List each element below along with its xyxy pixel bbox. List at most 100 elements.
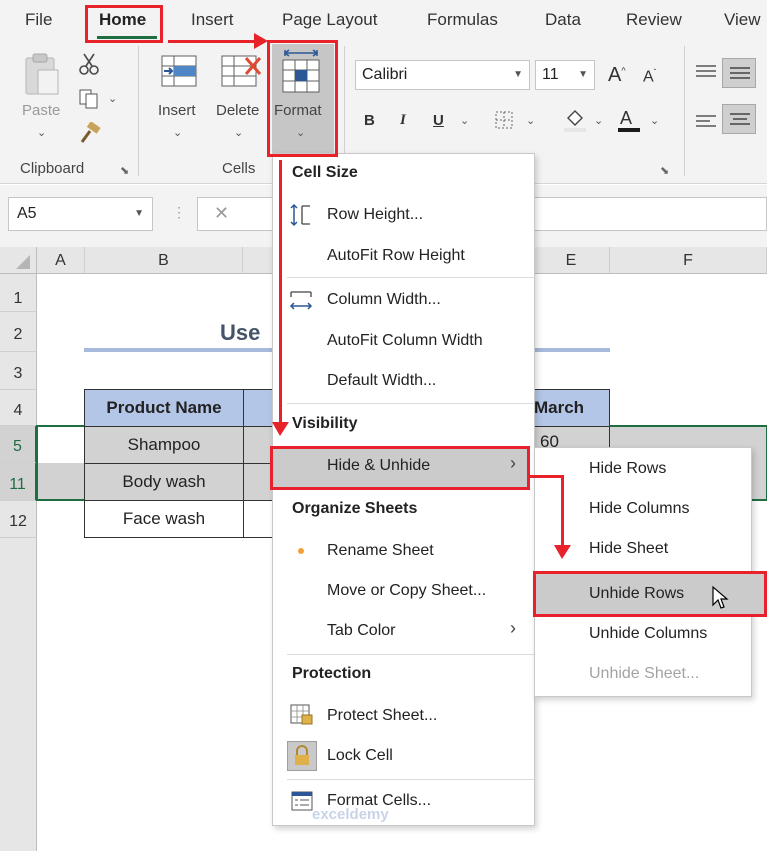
watermark: exceldemy: [312, 806, 389, 824]
column-header-a[interactable]: A: [37, 247, 85, 274]
clipboard-group-label: Clipboard: [20, 160, 85, 177]
font-color-chevron-icon[interactable]: ⌄: [650, 114, 659, 127]
align-left-icon[interactable]: [694, 112, 718, 132]
menu-item-default-width[interactable]: Default Width...: [327, 372, 436, 390]
row-header-11[interactable]: 11: [0, 463, 37, 501]
cell-product[interactable]: Shampoo: [84, 426, 244, 464]
column-header-b[interactable]: B: [85, 247, 243, 274]
arrow-head-icon: [272, 422, 289, 436]
header-product-name[interactable]: Product Name: [84, 389, 244, 427]
lock-icon: [295, 745, 309, 765]
arrow-head-icon: [554, 545, 571, 559]
menu-item-lock-cell[interactable]: Lock Cell: [327, 747, 393, 765]
column-header-f[interactable]: F: [610, 247, 767, 274]
insert-chevron-icon[interactable]: ⌄: [173, 126, 182, 139]
menu-item-unhide-columns[interactable]: Unhide Columns: [589, 625, 707, 643]
tab-page-layout[interactable]: Page Layout: [282, 10, 377, 30]
menu-item-tab-color[interactable]: Tab Color: [327, 622, 395, 640]
section-organize-sheets: Organize Sheets: [292, 500, 418, 517]
menu-item-column-width[interactable]: Column Width...: [327, 291, 441, 309]
insert-cells-icon[interactable]: [160, 52, 200, 92]
bold-button[interactable]: B: [364, 112, 375, 129]
row-header-4[interactable]: 4: [0, 390, 37, 426]
annotation-arrow: [561, 475, 564, 547]
cancel-icon[interactable]: ✕: [214, 203, 229, 224]
cell-product[interactable]: Body wash: [84, 463, 244, 501]
row-header-5[interactable]: 5: [0, 426, 37, 463]
vertical-dots-icon: ⋮: [172, 204, 186, 220]
menu-item-protect-sheet[interactable]: Protect Sheet...: [327, 707, 437, 725]
sheet-title: Use: [220, 320, 261, 345]
tab-review[interactable]: Review: [626, 10, 682, 30]
chevron-down-icon: ▼: [134, 208, 144, 219]
menu-item-rename-sheet[interactable]: Rename Sheet: [327, 542, 434, 560]
tab-data[interactable]: Data: [545, 10, 581, 30]
annotation-box-unhide-rows: [533, 571, 767, 617]
menu-item-autofit-row[interactable]: AutoFit Row Height: [327, 247, 465, 265]
cell-product[interactable]: Face wash: [84, 500, 244, 538]
font-size-select[interactable]: 11 ▼: [535, 60, 595, 90]
tab-insert[interactable]: Insert: [191, 10, 234, 30]
paste-label: Paste: [22, 102, 61, 119]
watermark-text: exceldemy: [312, 806, 389, 823]
section-cell-size: Cell Size: [292, 164, 358, 181]
chevron-right-icon: ›: [510, 618, 516, 638]
borders-chevron-icon[interactable]: ⌄: [526, 114, 535, 127]
copy-chevron-icon[interactable]: ⌄: [108, 92, 117, 105]
menu-item-row-height[interactable]: Row Height...: [327, 206, 423, 224]
menu-item-hide-rows[interactable]: Hide Rows: [589, 460, 666, 478]
fill-chevron-icon[interactable]: ⌄: [594, 114, 603, 127]
delete-label[interactable]: Delete: [216, 102, 259, 119]
paste-chevron-icon[interactable]: ⌄: [37, 126, 46, 139]
row-header-3[interactable]: 3: [0, 352, 37, 390]
tab-file[interactable]: File: [25, 10, 52, 30]
align-top-icon[interactable]: [694, 62, 718, 82]
copy-icon[interactable]: [78, 88, 100, 110]
protect-sheet-icon: [290, 704, 313, 725]
menu-item-move-copy[interactable]: Move or Copy Sheet...: [327, 582, 486, 600]
fill-color-icon[interactable]: [562, 106, 588, 134]
chevron-down-icon: ▼: [578, 69, 588, 80]
font-name-select[interactable]: Calibri ▼: [355, 60, 530, 90]
cell[interactable]: [243, 426, 273, 464]
row-header-strip: [0, 538, 37, 851]
header-march[interactable]: March: [533, 389, 610, 427]
group-separator: [684, 46, 685, 176]
underline-chevron-icon[interactable]: ⌄: [460, 114, 469, 127]
column-width-icon: [289, 291, 313, 310]
bullet-icon: [298, 548, 304, 554]
paste-icon[interactable]: [22, 52, 62, 98]
column-header-e[interactable]: E: [533, 247, 610, 274]
section-visibility: Visibility: [292, 415, 358, 432]
tab-formulas[interactable]: Formulas: [427, 10, 498, 30]
cell[interactable]: [243, 463, 273, 501]
clipboard-launcher-icon[interactable]: ⬊: [120, 164, 129, 177]
cells-group-label: Cells: [222, 160, 256, 177]
italic-button[interactable]: I: [400, 112, 406, 129]
cell[interactable]: [243, 500, 273, 538]
menu-separator: [287, 277, 534, 278]
header-cell[interactable]: [243, 389, 273, 427]
tab-view[interactable]: View: [724, 10, 761, 30]
delete-cells-icon[interactable]: [220, 52, 264, 92]
row-header-2[interactable]: 2: [0, 312, 37, 352]
font-color-icon[interactable]: A: [616, 106, 642, 134]
increase-font-icon[interactable]: A^: [608, 64, 626, 87]
column-header[interactable]: [243, 247, 273, 274]
row-header-1[interactable]: 1: [0, 274, 37, 312]
delete-chevron-icon[interactable]: ⌄: [234, 126, 243, 139]
menu-item-hide-sheet[interactable]: Hide Sheet: [589, 540, 668, 558]
borders-icon[interactable]: [494, 110, 514, 130]
cut-icon[interactable]: [78, 52, 100, 76]
menu-item-hide-columns[interactable]: Hide Columns: [589, 500, 689, 518]
name-box[interactable]: A5 ▼: [8, 197, 153, 231]
format-painter-icon[interactable]: [78, 122, 102, 144]
font-launcher-icon[interactable]: ⬊: [660, 164, 669, 177]
insert-label[interactable]: Insert: [158, 102, 196, 119]
row-header-12[interactable]: 12: [0, 501, 37, 538]
underline-button[interactable]: U: [433, 112, 444, 129]
menu-item-autofit-column[interactable]: AutoFit Column Width: [327, 332, 483, 350]
decrease-font-icon[interactable]: Aˇ: [643, 68, 656, 86]
select-all-corner[interactable]: [0, 247, 37, 274]
svg-text:A: A: [620, 108, 632, 128]
